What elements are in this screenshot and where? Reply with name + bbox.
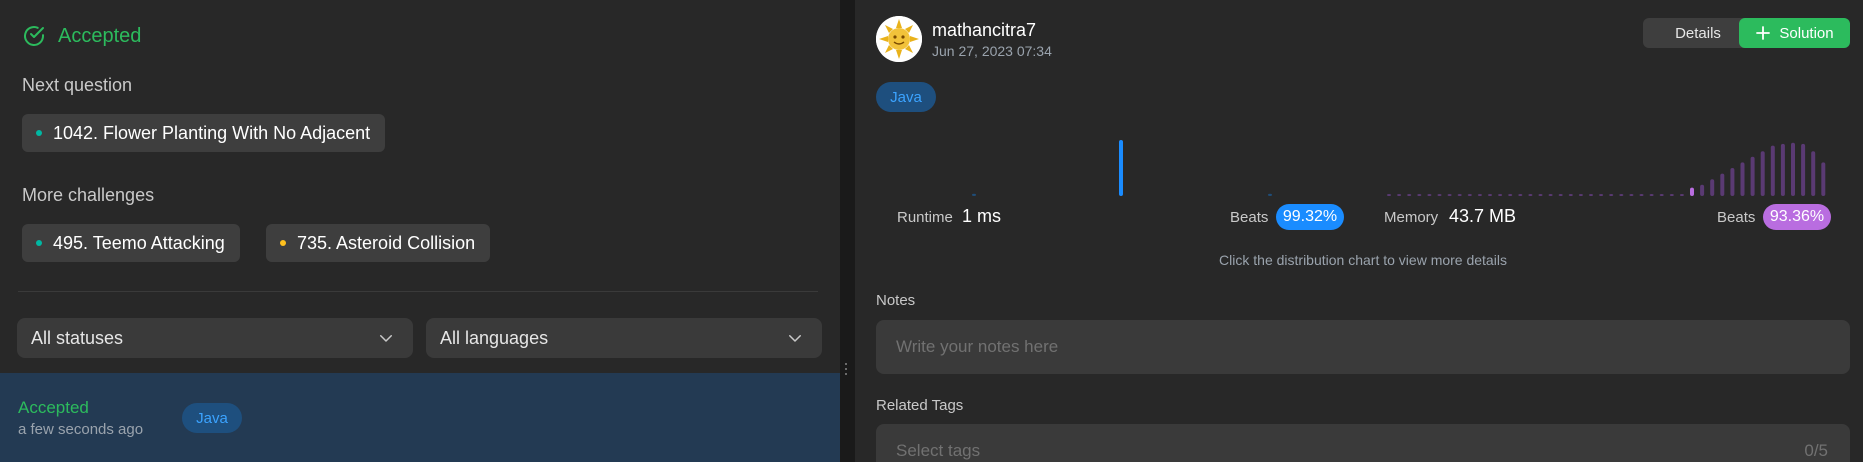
- status-filter-value: All statuses: [31, 327, 124, 348]
- memory-bar[interactable]: [1690, 187, 1694, 196]
- memory-bar[interactable]: [1558, 194, 1563, 196]
- distribution-chart[interactable]: [876, 130, 1850, 196]
- memory-bar[interactable]: [1508, 194, 1513, 196]
- memory-bar[interactable]: [1397, 194, 1402, 196]
- username[interactable]: mathancitra7: [932, 20, 1036, 41]
- accepted-title: Accepted: [58, 24, 142, 47]
- section-divider: [18, 291, 818, 292]
- memory-bar[interactable]: [1811, 151, 1816, 196]
- next-question-title: 1042. Flower Planting With No Adjacent: [53, 122, 371, 143]
- memory-bar[interactable]: [1447, 194, 1452, 196]
- memory-bar[interactable]: [1629, 194, 1634, 196]
- tags-placeholder: Select tags: [896, 441, 981, 460]
- memory-bar[interactable]: [1760, 151, 1765, 196]
- memory-bar[interactable]: [1498, 194, 1503, 196]
- runtime-bar[interactable]: [1119, 140, 1123, 196]
- memory-value: 43.7 MB: [1449, 206, 1517, 226]
- solution-button[interactable]: Solution: [1739, 18, 1850, 48]
- next-question-label: Next question: [22, 75, 133, 95]
- memory-bar[interactable]: [1599, 194, 1604, 196]
- memory-bar[interactable]: [1417, 194, 1422, 196]
- memory-bar[interactable]: [1488, 194, 1492, 196]
- memory-beats-badge: 93.36%: [1763, 204, 1831, 230]
- difficulty-dot-icon: [280, 240, 286, 246]
- challenge-title: 735. Asteroid Collision: [297, 232, 476, 253]
- status-filter-select[interactable]: All statuses: [17, 318, 413, 358]
- memory-bar[interactable]: [1467, 194, 1472, 196]
- memory-label: Memory: [1384, 209, 1439, 226]
- submission-detail-panel: [855, 0, 1863, 462]
- accepted-header: Accepted: [22, 24, 141, 48]
- memory-bar[interactable]: [1427, 194, 1432, 196]
- runtime-bar[interactable]: [1268, 193, 1272, 196]
- memory-bar[interactable]: [1387, 194, 1391, 196]
- memory-bar[interactable]: [1740, 162, 1745, 196]
- challenge-link-teemo[interactable]: 495. Teemo Attacking: [22, 224, 240, 262]
- memory-bar[interactable]: [1669, 194, 1674, 196]
- related-tags-label: Related Tags: [876, 397, 964, 414]
- difficulty-dot-icon: [36, 130, 42, 136]
- runtime-value: 1 ms: [962, 206, 1002, 226]
- submission-datetime: Jun 27, 2023 07:34: [932, 43, 1052, 59]
- memory-bar[interactable]: [1780, 143, 1785, 196]
- memory-bar[interactable]: [1700, 184, 1705, 196]
- memory-bar[interactable]: [1578, 194, 1583, 196]
- language-filter-value: All languages: [440, 327, 549, 348]
- memory-bar[interactable]: [1801, 143, 1806, 196]
- memory-bar[interactable]: [1710, 179, 1715, 196]
- memory-bar[interactable]: [1750, 156, 1755, 196]
- memory-bar[interactable]: [1649, 194, 1654, 196]
- memory-beats-label: Beats: [1717, 209, 1756, 226]
- memory-bar[interactable]: [1528, 194, 1533, 196]
- more-challenges-label: More challenges: [22, 185, 155, 205]
- challenge-title: 495. Teemo Attacking: [53, 232, 225, 253]
- memory-bar[interactable]: [1609, 194, 1614, 196]
- memory-bar[interactable]: [1639, 194, 1644, 196]
- chevron-down-icon: [380, 335, 392, 342]
- solution-label: Solution: [1779, 24, 1834, 42]
- memory-bar[interactable]: [1619, 194, 1624, 196]
- notes-input[interactable]: [876, 320, 1850, 374]
- distribution-hint: Click the distribution chart to view mor…: [1219, 252, 1507, 268]
- tags-select[interactable]: Select tags 0/5: [876, 424, 1850, 462]
- plus-icon: [1756, 26, 1771, 40]
- memory-bar[interactable]: [1770, 145, 1775, 196]
- memory-bar[interactable]: [1457, 194, 1462, 196]
- drag-grip-icon[interactable]: [845, 363, 847, 375]
- memory-bar[interactable]: [1730, 168, 1735, 196]
- memory-bar[interactable]: [1568, 194, 1573, 196]
- memory-bar[interactable]: [1518, 194, 1523, 196]
- memory-bar[interactable]: [1659, 194, 1664, 196]
- submission-row[interactable]: [0, 373, 840, 462]
- sun-avatar-icon: [876, 16, 922, 62]
- memory-bar[interactable]: [1791, 142, 1795, 196]
- memory-bar[interactable]: [1589, 194, 1593, 196]
- details-button[interactable]: Details: [1643, 18, 1753, 48]
- avatar[interactable]: [876, 16, 922, 62]
- memory-bar[interactable]: [1477, 194, 1482, 196]
- memory-bar[interactable]: [1437, 194, 1442, 196]
- memory-bar[interactable]: [1720, 173, 1725, 196]
- memory-bar[interactable]: [1538, 194, 1543, 196]
- difficulty-dot-icon: [36, 240, 42, 246]
- challenge-link-asteroid[interactable]: 735. Asteroid Collision: [266, 224, 491, 262]
- notes-label: Notes: [876, 292, 916, 309]
- submission-language-badge: Java: [182, 403, 242, 433]
- language-filter-select[interactable]: All languages: [426, 318, 822, 358]
- runtime-beats-badge: 99.32%: [1276, 204, 1344, 230]
- memory-bar[interactable]: [1821, 162, 1826, 196]
- check-circle-icon: [24, 26, 44, 46]
- memory-bar[interactable]: [1548, 194, 1553, 196]
- runtime-label: Runtime: [897, 209, 953, 226]
- submission-time: a few seconds ago: [18, 421, 144, 438]
- next-question-link[interactable]: 1042. Flower Planting With No Adjacent: [22, 114, 386, 152]
- language-tag: Java: [876, 82, 936, 112]
- memory-bar[interactable]: [1407, 194, 1412, 196]
- runtime-beats-label: Beats: [1230, 209, 1269, 226]
- runtime-bar[interactable]: [972, 193, 976, 196]
- chevron-down-icon: [789, 335, 801, 342]
- tags-count: 0/5: [1804, 441, 1828, 460]
- memory-bar[interactable]: [1679, 194, 1684, 196]
- submission-status: Accepted: [18, 398, 89, 417]
